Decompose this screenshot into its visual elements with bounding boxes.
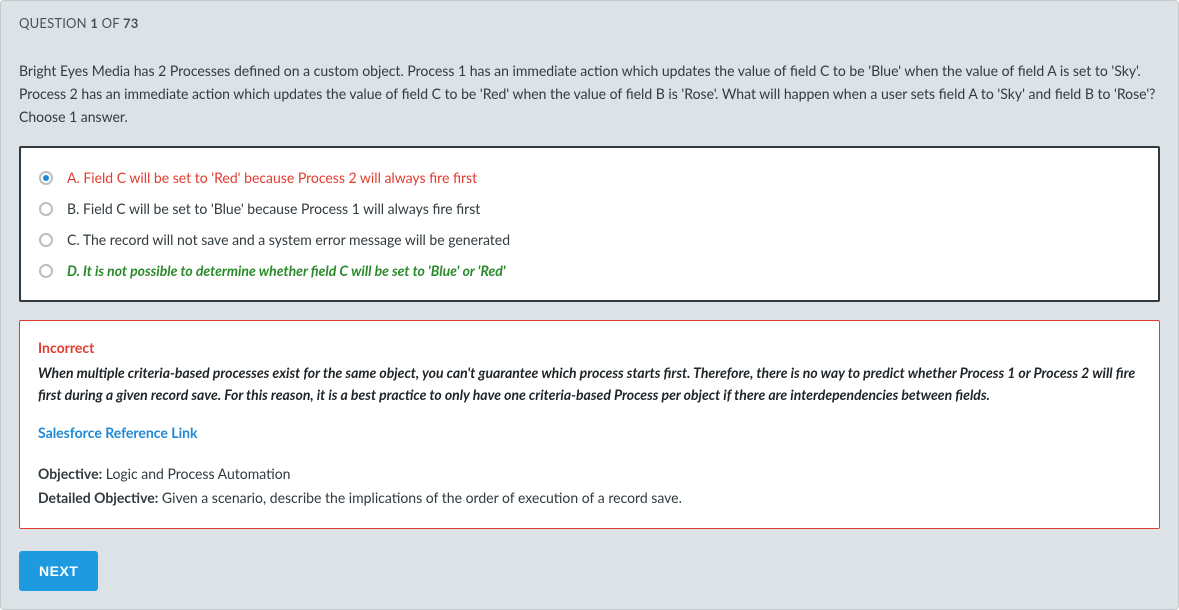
question-counter: QUESTION 1 OF 73 bbox=[1, 1, 1178, 41]
detailed-objective-value: Given a scenario, describe the implicati… bbox=[158, 489, 682, 506]
reference-link[interactable]: Salesforce Reference Link bbox=[38, 422, 198, 444]
feedback-panel: Incorrect When multiple criteria-based p… bbox=[19, 320, 1160, 528]
counter-prefix: QUESTION bbox=[19, 15, 90, 31]
answer-text-d: D. It is not possible to determine wheth… bbox=[67, 262, 506, 279]
feedback-explanation: When multiple criteria-based processes e… bbox=[38, 362, 1141, 407]
answer-text-a: A. Field C will be set to 'Red' because … bbox=[67, 169, 477, 186]
answer-option-b[interactable]: B. Field C will be set to 'Blue' because… bbox=[39, 193, 1140, 224]
counter-of: OF bbox=[98, 15, 123, 31]
detailed-objective-label: Detailed Objective: bbox=[38, 489, 158, 506]
answer-text-c: C. The record will not save and a system… bbox=[67, 231, 510, 248]
answer-option-d[interactable]: D. It is not possible to determine wheth… bbox=[39, 255, 1140, 286]
feedback-verdict: Incorrect bbox=[38, 337, 1141, 359]
objective-label: Objective: bbox=[38, 465, 102, 482]
question-text: Bright Eyes Media has 2 Processes define… bbox=[1, 41, 1178, 128]
radio-icon bbox=[39, 171, 53, 185]
objective-value: Logic and Process Automation bbox=[102, 465, 290, 482]
counter-total: 73 bbox=[123, 15, 138, 31]
answer-option-c[interactable]: C. The record will not save and a system… bbox=[39, 224, 1140, 255]
detailed-objective-line: Detailed Objective: Given a scenario, de… bbox=[38, 487, 1141, 509]
answers-panel: A. Field C will be set to 'Red' because … bbox=[19, 146, 1160, 302]
question-card: QUESTION 1 OF 73 Bright Eyes Media has 2… bbox=[0, 0, 1179, 610]
next-button[interactable]: NEXT bbox=[19, 551, 98, 591]
objective-line: Objective: Logic and Process Automation bbox=[38, 463, 1141, 485]
answer-option-a[interactable]: A. Field C will be set to 'Red' because … bbox=[39, 162, 1140, 193]
radio-icon bbox=[39, 202, 53, 216]
radio-icon bbox=[39, 233, 53, 247]
answer-text-b: B. Field C will be set to 'Blue' because… bbox=[67, 200, 480, 217]
counter-current: 1 bbox=[90, 15, 98, 31]
radio-icon bbox=[39, 264, 53, 278]
